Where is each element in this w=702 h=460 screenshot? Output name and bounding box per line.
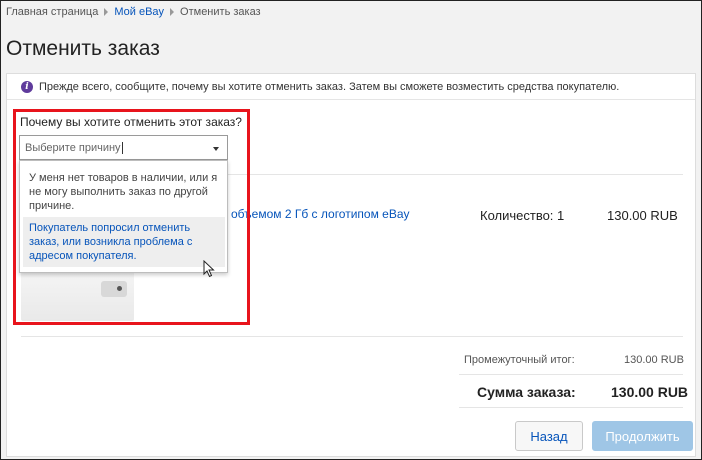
chevron-down-icon[interactable]: [213, 147, 219, 151]
divider: [21, 336, 683, 337]
reason-option-no-stock[interactable]: У меня нет товаров в наличии, или я не м…: [23, 167, 225, 213]
breadcrumb: Главная страница Мой eBay Отменить заказ: [6, 4, 261, 20]
reason-select[interactable]: Выберите причину: [19, 135, 228, 160]
reason-select-placeholder: Выберите причину: [25, 141, 121, 154]
breadcrumb-current: Отменить заказ: [180, 6, 261, 18]
item-title-link[interactable]: объемом 2 Гб с логотипом eBay: [231, 207, 410, 221]
subtotal-value: 130.00 RUB: [624, 354, 684, 366]
page-title: Отменить заказ: [6, 37, 160, 60]
total-label: Сумма заказа:: [477, 384, 576, 400]
chevron-right-icon: [104, 8, 109, 16]
reason-label: Почему вы хотите отменить этот заказ?: [20, 115, 242, 129]
back-button[interactable]: Назад: [515, 421, 583, 451]
info-message: Прежде всего, сообщите, почему вы хотите…: [39, 80, 620, 93]
total-value: 130.00 RUB: [611, 384, 689, 400]
breadcrumb-my-ebay[interactable]: Мой eBay: [114, 6, 164, 18]
continue-button[interactable]: Продолжить: [592, 421, 693, 451]
divider: [459, 407, 683, 408]
info-icon: i: [21, 80, 33, 93]
info-bar: i Прежде всего, сообщите, почему вы хоти…: [7, 74, 695, 100]
item-price: 130.00 RUB: [607, 208, 678, 223]
reason-option-buyer-request[interactable]: Покупатель попросил отменить заказ, или …: [23, 217, 225, 267]
mouse-pointer-icon: [203, 260, 215, 278]
breadcrumb-home[interactable]: Главная страница: [6, 6, 98, 18]
divider: [459, 374, 683, 375]
item-quantity: Количество: 1: [480, 208, 565, 223]
chevron-right-icon: [170, 8, 175, 16]
text-cursor: [121, 141, 123, 154]
subtotal-label: Промежуточный итог:: [464, 354, 575, 366]
reason-dropdown: У меня нет товаров в наличии, или я не м…: [19, 160, 228, 273]
